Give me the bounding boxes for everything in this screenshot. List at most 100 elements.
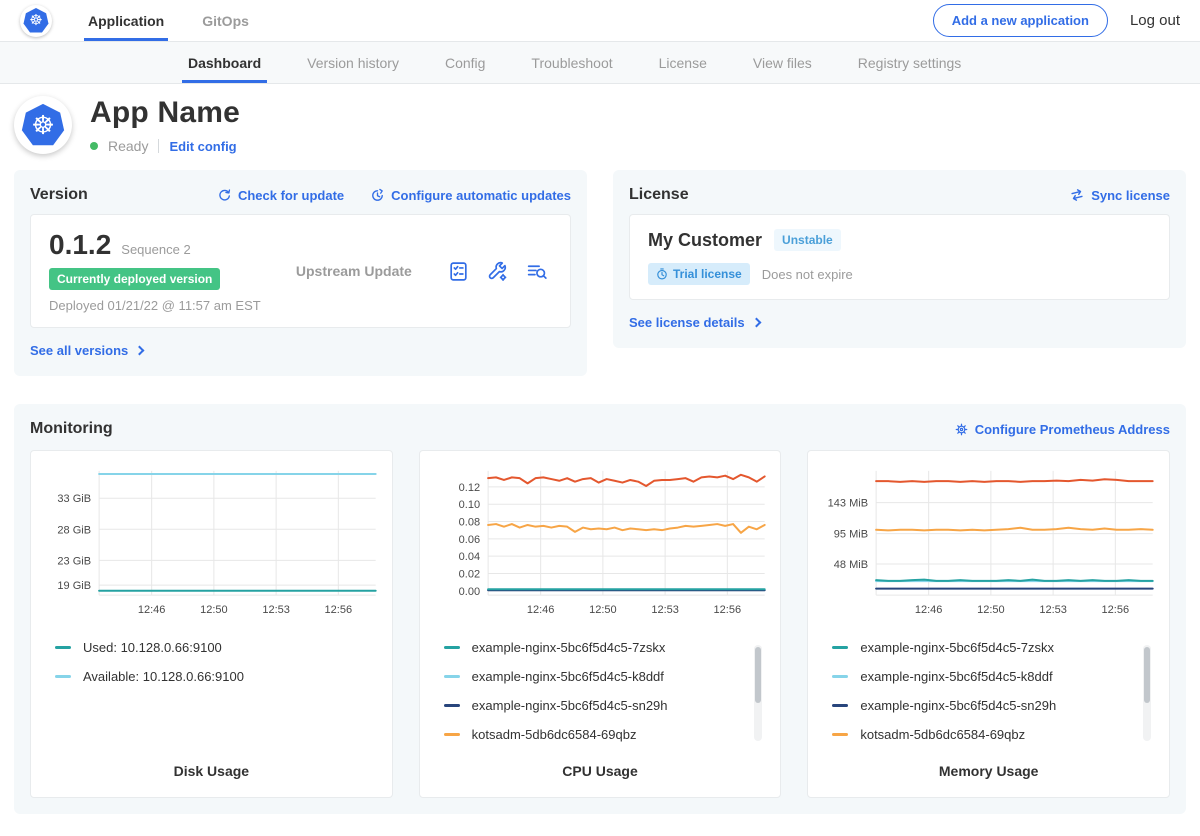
cpu-usage-title: CPU Usage bbox=[430, 763, 771, 779]
deploy-logs-icon[interactable] bbox=[525, 260, 548, 283]
svg-text:0.10: 0.10 bbox=[458, 499, 479, 511]
legend-swatch bbox=[444, 646, 460, 649]
legend-label: example-nginx-5bc6f5d4c5-7zskx bbox=[472, 640, 666, 655]
legend-swatch bbox=[832, 733, 848, 736]
legend-swatch bbox=[55, 646, 71, 649]
legend-item: example-nginx-5bc6f5d4c5-sn29h bbox=[832, 691, 1153, 720]
upstream-update-label: Upstream Update bbox=[296, 263, 447, 279]
see-license-details-label: See license details bbox=[629, 315, 745, 330]
memory-usage-title: Memory Usage bbox=[818, 763, 1159, 779]
memory-usage-legend: example-nginx-5bc6f5d4c5-7zskx example-ng… bbox=[832, 633, 1153, 751]
license-card-title: License bbox=[629, 186, 689, 204]
version-card: Version Check for update Configure autom… bbox=[14, 170, 587, 376]
license-expiry: Does not expire bbox=[762, 267, 853, 282]
tab-application[interactable]: Application bbox=[88, 0, 164, 41]
release-notes-icon[interactable] bbox=[447, 260, 470, 283]
currently-deployed-badge: Currently deployed version bbox=[49, 268, 220, 290]
configure-prometheus-link[interactable]: Configure Prometheus Address bbox=[954, 422, 1170, 437]
tab-registry-settings-label: Registry settings bbox=[858, 55, 961, 71]
legend-swatch bbox=[444, 704, 460, 707]
channel-badge: Unstable bbox=[774, 229, 841, 251]
legend-item: kotsadm-5db6dc6584-69qbz bbox=[444, 720, 765, 749]
legend-label: example-nginx-5bc6f5d4c5-k8ddf bbox=[860, 669, 1052, 684]
trial-license-badge: Trial license bbox=[648, 263, 750, 285]
see-all-versions-link[interactable]: See all versions bbox=[30, 343, 143, 358]
tab-view-files[interactable]: View files bbox=[753, 42, 812, 83]
legend-label: kotsadm-5db6dc6584-69qbz bbox=[860, 727, 1025, 742]
legend-item: kotsadm-5db6dc6584-69qbz bbox=[832, 720, 1153, 749]
legend-swatch bbox=[832, 704, 848, 707]
kubernetes-wheel-icon: ☸ bbox=[21, 103, 65, 147]
ready-status-label: Ready bbox=[108, 138, 148, 154]
svg-text:95 MiB: 95 MiB bbox=[834, 529, 868, 541]
legend-label: example-nginx-5bc6f5d4c5-k8ddf bbox=[472, 669, 664, 684]
tab-registry-settings[interactable]: Registry settings bbox=[858, 42, 961, 83]
svg-text:0.12: 0.12 bbox=[458, 482, 479, 494]
disk-usage-chart: 12:4612:5012:5312:5633 GiB28 GiB23 GiB19… bbox=[41, 461, 382, 623]
tab-troubleshoot[interactable]: Troubleshoot bbox=[531, 42, 612, 83]
page-title: App Name bbox=[90, 96, 240, 130]
legend-scrollbar-thumb[interactable] bbox=[1144, 647, 1150, 703]
auto-update-clock-icon bbox=[370, 188, 385, 203]
legend-item: Available: 10.128.0.66:9100 bbox=[55, 662, 376, 691]
sync-license-link[interactable]: Sync license bbox=[1069, 187, 1170, 203]
cpu-usage-chart: 12:4612:5012:5312:560.120.100.080.060.04… bbox=[430, 461, 771, 623]
legend-item: example-nginx-5bc6f5d4c5-7zskx bbox=[444, 633, 765, 662]
legend-item: example-nginx-5bc6f5d4c5-sn29h bbox=[444, 691, 765, 720]
edit-config-link[interactable]: Edit config bbox=[169, 139, 236, 154]
memory-usage-chart-card: 12:4612:5012:5312:56143 MiB95 MiB48 MiB … bbox=[807, 450, 1170, 798]
svg-text:19 GiB: 19 GiB bbox=[57, 580, 91, 592]
tab-version-history[interactable]: Version history bbox=[307, 42, 399, 83]
svg-text:12:53: 12:53 bbox=[262, 604, 290, 616]
memory-usage-chart: 12:4612:5012:5312:56143 MiB95 MiB48 MiB bbox=[818, 461, 1159, 623]
legend-scrollbar bbox=[754, 645, 762, 741]
tab-view-files-label: View files bbox=[753, 55, 812, 71]
monitoring-section: Monitoring Configure Prometheus Address … bbox=[14, 404, 1186, 814]
version-number: 0.1.2 bbox=[49, 229, 111, 261]
tab-dashboard[interactable]: Dashboard bbox=[188, 42, 261, 83]
config-wrench-icon[interactable] bbox=[486, 260, 509, 283]
svg-text:0.00: 0.00 bbox=[458, 586, 479, 598]
legend-scrollbar bbox=[1143, 645, 1151, 741]
configure-prometheus-label: Configure Prometheus Address bbox=[975, 422, 1170, 437]
svg-text:33 GiB: 33 GiB bbox=[57, 493, 91, 505]
tab-dashboard-label: Dashboard bbox=[188, 55, 261, 71]
tab-license[interactable]: License bbox=[659, 42, 707, 83]
app-avatar: ☸ bbox=[14, 96, 72, 154]
legend-swatch bbox=[832, 646, 848, 649]
svg-text:23 GiB: 23 GiB bbox=[57, 555, 91, 567]
svg-text:12:56: 12:56 bbox=[1102, 604, 1130, 616]
see-license-details-link[interactable]: See license details bbox=[629, 315, 760, 330]
cpu-usage-legend: example-nginx-5bc6f5d4c5-7zskx example-ng… bbox=[444, 633, 765, 751]
legend-scrollbar-thumb[interactable] bbox=[755, 647, 761, 703]
svg-text:12:56: 12:56 bbox=[325, 604, 353, 616]
top-nav: ☸ Application GitOps Add a new applicati… bbox=[0, 0, 1200, 42]
tab-gitops[interactable]: GitOps bbox=[202, 0, 249, 41]
tab-version-history-label: Version history bbox=[307, 55, 399, 71]
configure-automatic-updates-label: Configure automatic updates bbox=[391, 188, 571, 203]
svg-text:48 MiB: 48 MiB bbox=[834, 559, 868, 571]
check-for-update-link[interactable]: Check for update bbox=[217, 188, 344, 203]
tab-license-label: License bbox=[659, 55, 707, 71]
legend-item: Used: 10.128.0.66:9100 bbox=[55, 633, 376, 662]
legend-swatch bbox=[55, 675, 71, 678]
svg-text:12:53: 12:53 bbox=[1040, 604, 1068, 616]
sequence-label: Sequence 2 bbox=[121, 242, 190, 257]
svg-text:0.06: 0.06 bbox=[458, 534, 479, 546]
svg-text:143 MiB: 143 MiB bbox=[828, 498, 868, 510]
svg-text:0.08: 0.08 bbox=[458, 517, 479, 529]
edit-config-label: Edit config bbox=[169, 139, 236, 154]
trial-license-label: Trial license bbox=[673, 267, 742, 281]
version-card-title: Version bbox=[30, 186, 88, 204]
logout-button[interactable]: Log out bbox=[1130, 12, 1180, 29]
svg-text:28 GiB: 28 GiB bbox=[57, 524, 91, 536]
legend-swatch bbox=[444, 733, 460, 736]
configure-automatic-updates-link[interactable]: Configure automatic updates bbox=[370, 188, 571, 203]
see-all-versions-label: See all versions bbox=[30, 343, 128, 358]
legend-label: kotsadm-5db6dc6584-69qbz bbox=[472, 727, 637, 742]
legend-item: example-nginx-5bc6f5d4c5-7zskx bbox=[832, 633, 1153, 662]
app-header: ☸ App Name Ready Edit config bbox=[0, 84, 1200, 164]
tab-config[interactable]: Config bbox=[445, 42, 485, 83]
svg-text:12:46: 12:46 bbox=[527, 604, 555, 616]
add-application-button[interactable]: Add a new application bbox=[933, 4, 1108, 37]
